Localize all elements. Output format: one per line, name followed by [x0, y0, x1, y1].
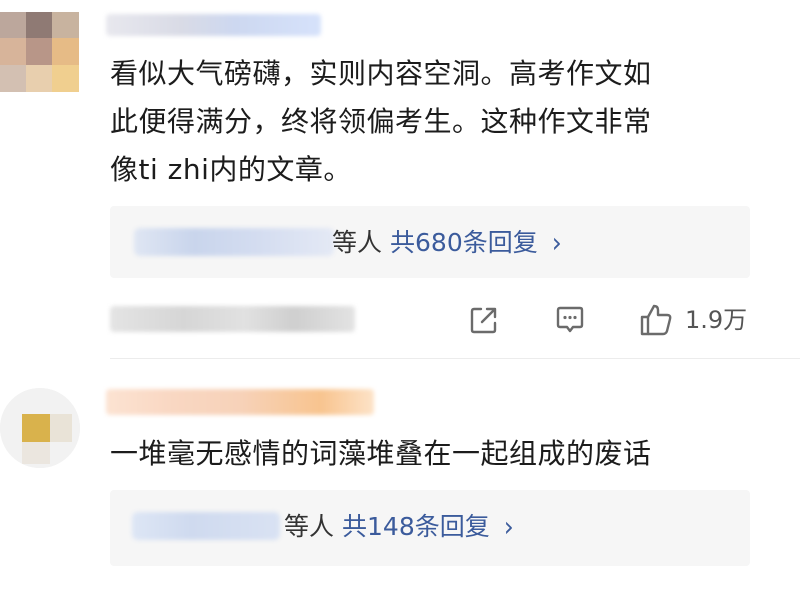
reply-summary[interactable]: 等人 共148条回复 › [110, 490, 750, 566]
avatar[interactable] [0, 388, 80, 468]
share-icon[interactable] [468, 304, 500, 336]
reply-summary-text[interactable]: 等人 共148条回复 › [284, 510, 514, 543]
reply-suffix: 等人 [332, 228, 383, 257]
reply-count-link[interactable]: 共680条回复 [390, 228, 538, 257]
comment-text-line: 看似大气磅礴，实则内容空洞。高考作文如 [110, 57, 652, 90]
comment-icon[interactable] [554, 304, 586, 336]
comment-text-line: 一堆毫无感情的词藻堆叠在一起组成的废话 [110, 437, 652, 470]
chevron-right-icon: › [551, 226, 562, 259]
avatar[interactable] [0, 12, 79, 92]
comment-text-line: 像ti zhi内的文章。 [110, 153, 352, 186]
comment-meta-blurred [110, 306, 355, 332]
chevron-right-icon: › [503, 510, 514, 543]
replier-names-blurred [132, 512, 280, 540]
reply-count-link[interactable]: 共148条回复 [342, 512, 490, 541]
comment-text-line: 此便得满分，终将领偏考生。这种作文非常 [110, 105, 652, 138]
replier-names-blurred [134, 228, 334, 256]
username-blurred[interactable] [106, 14, 321, 36]
like-count: 1.9万 [685, 306, 748, 334]
reply-summary-text[interactable]: 等人 共680条回复 › [332, 226, 562, 259]
divider [110, 358, 800, 359]
reply-suffix: 等人 [284, 512, 335, 541]
username-blurred[interactable] [106, 389, 374, 415]
thumbs-up-icon[interactable] [638, 302, 674, 338]
reply-summary[interactable]: 等人 共680条回复 › [110, 206, 750, 278]
comment-feed: 看似大气磅礴，实则内容空洞。高考作文如 此便得满分，终将领偏考生。这种作文非常 … [0, 0, 800, 592]
